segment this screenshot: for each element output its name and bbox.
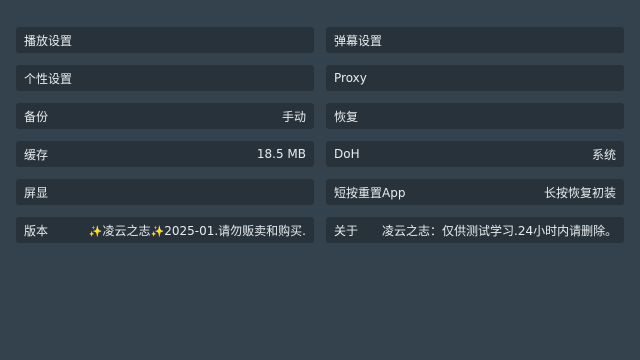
cache-label: 缓存: [24, 147, 49, 162]
personal-settings-item[interactable]: 个性设置: [16, 65, 314, 91]
doh-item[interactable]: DoH 系统: [326, 141, 624, 167]
playback-settings-label: 播放设置: [24, 33, 73, 48]
doh-label: DoH: [334, 147, 360, 161]
personal-settings-label: 个性设置: [24, 71, 73, 86]
danmaku-settings-label: 弹幕设置: [334, 33, 383, 48]
screen-display-item[interactable]: 屏显: [16, 179, 314, 205]
backup-label: 备份: [24, 109, 49, 124]
about-text: 凌云之志：仅供测试学习.24小时内请删除。: [382, 223, 618, 238]
cache-size: 18.5 MB: [256, 147, 306, 161]
cache-item[interactable]: 缓存 18.5 MB: [16, 141, 314, 167]
sparkle-icon: ✨: [150, 224, 165, 238]
reset-app-item[interactable]: 短按重置App 长按恢复初装: [326, 179, 624, 205]
proxy-item[interactable]: Proxy: [326, 65, 624, 91]
about-label: 关于: [334, 223, 359, 238]
backup-value: 手动: [281, 109, 306, 124]
danmaku-settings-item[interactable]: 弹幕设置: [326, 27, 624, 53]
backup-item[interactable]: 备份 手动: [16, 103, 314, 129]
version-value: ✨凌云之志✨2025-01.请勿贩卖和购买.: [89, 222, 306, 239]
restore-label: 恢复: [334, 109, 359, 124]
restore-item[interactable]: 恢复: [326, 103, 624, 129]
version-text: 2025-01.请勿贩卖和购买.: [164, 223, 306, 238]
reset-app-label: 短按重置App: [334, 185, 406, 200]
version-item[interactable]: 版本 ✨凌云之志✨2025-01.请勿贩卖和购买.: [16, 217, 314, 243]
doh-value: 系统: [591, 147, 616, 162]
proxy-label: Proxy: [334, 71, 367, 85]
settings-grid: 播放设置 弹幕设置 个性设置 Proxy 备份 手动 恢复 缓存 18.5 MB…: [16, 27, 624, 243]
version-brand: 凌云之志: [102, 223, 151, 238]
reset-app-hint: 长按恢复初装: [543, 185, 616, 200]
playback-settings-item[interactable]: 播放设置: [16, 27, 314, 53]
about-item[interactable]: 关于 凌云之志：仅供测试学习.24小时内请删除。: [326, 217, 624, 243]
sparkle-icon: ✨: [88, 224, 103, 238]
version-label: 版本: [24, 223, 49, 238]
screen-display-label: 屏显: [24, 185, 49, 200]
